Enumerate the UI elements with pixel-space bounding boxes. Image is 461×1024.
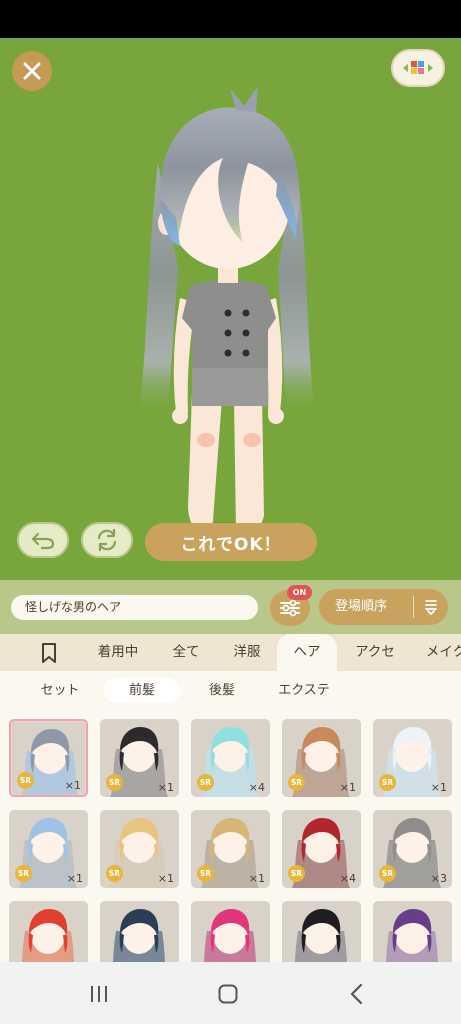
owned-count: ×3 — [430, 872, 447, 885]
sort-order-button[interactable]: 登場順序 — [319, 589, 448, 625]
hair-thumbnail — [294, 909, 348, 962]
subtab-back-hair[interactable]: 後髪 — [184, 678, 260, 703]
subtab-bangs[interactable]: 前髪 — [104, 678, 180, 703]
hair-item[interactable]: SR ×4 — [191, 719, 270, 797]
subtab-extensions[interactable]: エクステ — [262, 678, 346, 703]
hair-subtabs: セット 前髪 後髪 エクステ — [0, 671, 461, 709]
reset-button[interactable] — [81, 522, 133, 558]
tab-accessories[interactable]: アクセ — [342, 634, 408, 671]
hair-item[interactable] — [100, 901, 179, 962]
undo-icon — [31, 532, 55, 550]
rarity-badge: SR — [106, 774, 123, 791]
hair-thumbnail — [385, 909, 439, 962]
hair-item[interactable]: SR ×1 — [100, 810, 179, 888]
avatar-preview — [140, 86, 314, 538]
hair-item[interactable] — [282, 901, 361, 962]
tab-hair[interactable]: ヘア — [277, 634, 337, 671]
undo-button[interactable] — [17, 522, 69, 558]
close-icon — [23, 62, 41, 80]
rarity-badge: SR — [379, 774, 396, 791]
recent-apps-icon — [91, 986, 107, 1002]
hair-item[interactable]: SR ×3 — [373, 810, 452, 888]
rarity-badge: SR — [288, 865, 305, 882]
rarity-badge: SR — [197, 774, 214, 791]
item-grid: SR ×1 SR ×1 SR ×4 SR ×1 SR ×1 SR ×1 SR ×1 SR ×1 SR ×4 SR ×3 — [0, 709, 461, 962]
hair-item[interactable]: SR ×1 — [100, 719, 179, 797]
rarity-badge: SR — [15, 865, 32, 882]
color-palette-button[interactable] — [391, 49, 445, 87]
back-icon — [350, 983, 363, 1005]
tab-wearing[interactable]: 着用中 — [86, 634, 150, 671]
filter-on-badge: ON — [287, 585, 312, 600]
back-button[interactable] — [343, 980, 371, 1008]
palette-icon — [403, 61, 433, 74]
hair-thumbnail — [21, 909, 75, 962]
hair-item[interactable]: SR ×1 — [9, 810, 88, 888]
hair-item[interactable]: SR ×1 — [191, 810, 270, 888]
hair-item[interactable]: SR ×4 — [282, 810, 361, 888]
owned-count: ×1 — [430, 781, 447, 794]
rarity-badge: SR — [17, 772, 34, 789]
hair-item[interactable]: SR ×1 — [373, 719, 452, 797]
tab-all[interactable]: 全て — [160, 634, 212, 671]
hair-thumbnail — [112, 909, 166, 962]
selected-item-name[interactable]: 怪しげな男のヘア — [11, 595, 258, 620]
recent-apps-button[interactable] — [85, 980, 113, 1008]
category-tabs: 着用中 全て 洋服 ヘア アクセ メイク — [0, 634, 461, 671]
owned-count: ×1 — [248, 872, 265, 885]
hair-item[interactable] — [9, 901, 88, 962]
sort-direction-icon[interactable] — [422, 598, 440, 616]
sort-label: 登場順序 — [335, 599, 388, 614]
rarity-badge: SR — [379, 865, 396, 882]
item-toolbar: 怪しげな男のヘア ON 登場順序 — [0, 580, 461, 634]
owned-count: ×4 — [248, 781, 265, 794]
owned-count: ×1 — [157, 781, 174, 794]
hair-item[interactable]: SR ×1 — [282, 719, 361, 797]
rarity-badge: SR — [288, 774, 305, 791]
screen: これでOK！ 怪しげな男のヘア ON 登場順序 着用中 全て 洋服 ヘア アクセ… — [0, 0, 461, 1024]
confirm-button[interactable]: これでOK！ — [145, 523, 317, 561]
status-bar — [0, 0, 461, 38]
close-button[interactable] — [12, 51, 52, 91]
hair-item[interactable]: SR ×1 — [9, 719, 88, 797]
refresh-icon — [97, 528, 117, 552]
hair-item[interactable] — [373, 901, 452, 962]
owned-count: ×1 — [64, 779, 81, 792]
sort-divider — [413, 596, 414, 618]
owned-count: ×4 — [339, 872, 356, 885]
bookmark-icon[interactable] — [38, 642, 60, 664]
sliders-icon — [280, 599, 300, 617]
home-icon — [218, 984, 238, 1004]
system-nav-bar — [0, 962, 461, 1024]
hair-thumbnail — [203, 909, 257, 962]
owned-count: ×1 — [66, 872, 83, 885]
hair-item[interactable] — [191, 901, 270, 962]
subtab-set[interactable]: セット — [18, 678, 102, 703]
tab-clothes[interactable]: 洋服 — [220, 634, 274, 671]
home-button[interactable] — [214, 980, 242, 1008]
avatar-stage: これでOK！ — [0, 38, 461, 580]
rarity-badge: SR — [197, 865, 214, 882]
rarity-badge: SR — [106, 865, 123, 882]
owned-count: ×1 — [157, 872, 174, 885]
owned-count: ×1 — [339, 781, 356, 794]
tab-makeup[interactable]: メイク — [416, 634, 461, 671]
